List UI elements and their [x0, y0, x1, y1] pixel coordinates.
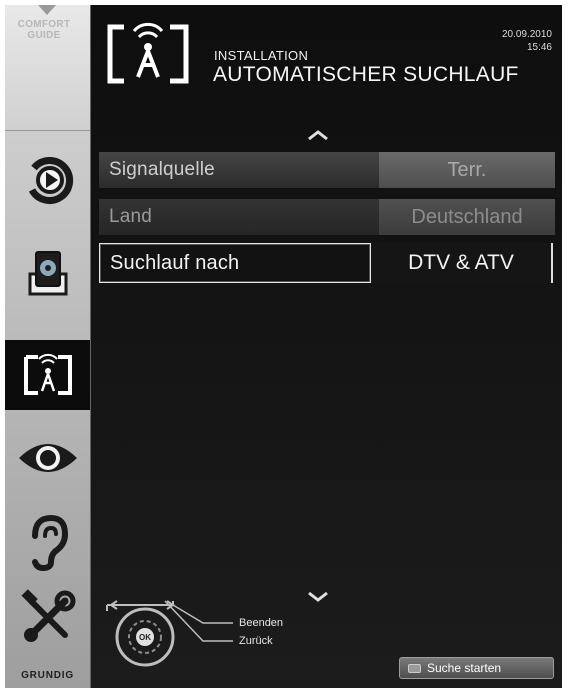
scroll-down-icon[interactable] — [307, 591, 329, 603]
tools-icon — [21, 589, 75, 642]
sidebar: COMFORT GUIDE GRUNDIG — [5, 5, 91, 688]
sidebar-item-picture[interactable] — [5, 423, 90, 493]
sound-icon — [31, 514, 68, 572]
sidebar-item-media[interactable] — [5, 237, 90, 307]
remote-control-icon: OK — [106, 600, 233, 667]
sidebar-item-settings[interactable] — [5, 583, 90, 653]
scroll-up-icon[interactable] — [307, 129, 329, 141]
picture-icon — [18, 444, 77, 472]
signal-source-value[interactable]: Terr. — [379, 152, 555, 188]
signal-source-label: Signalquelle — [99, 152, 379, 188]
comfort-guide-button[interactable]: COMFORT GUIDE — [5, 5, 90, 131]
red-button-icon — [408, 663, 421, 673]
sidebar-item-source[interactable] — [5, 145, 90, 215]
remote-ok-label: OK — [139, 633, 151, 642]
menu-row-search-type[interactable]: Suchlauf nach DTV & ATV — [99, 243, 555, 283]
sidebar-item-sound[interactable] — [5, 507, 90, 577]
menu-row-country[interactable]: Land Deutschland — [99, 199, 555, 235]
tv-menu-frame: COMFORT GUIDE GRUNDIG INSTALLATION AUTOM… — [5, 5, 562, 688]
country-label: Land — [99, 199, 379, 235]
comfort-guide-label: COMFORT GUIDE — [17, 19, 71, 41]
search-type-label: Suchlauf nach — [99, 243, 371, 283]
back-hint: Zurück — [239, 635, 273, 647]
installation-icon — [23, 353, 72, 395]
date-display: 20.09.2010 — [501, 29, 552, 40]
search-type-value[interactable]: DTV & ATV — [371, 243, 553, 283]
brand-logo: GRUNDIG — [21, 670, 74, 681]
start-search-label: Suche starten — [427, 661, 502, 675]
menu-row-signal-source[interactable]: Signalquelle Terr. — [99, 152, 555, 188]
sidebar-item-installation[interactable] — [5, 340, 90, 410]
time-display: 15:46 — [526, 42, 552, 53]
main-panel: INSTALLATION AUTOMATISCHER SUCHLAUF 20.0… — [91, 5, 562, 688]
country-value[interactable]: Deutschland — [379, 199, 555, 235]
page-title: AUTOMATISCHER SUCHLAUF — [213, 63, 519, 86]
start-search-button[interactable]: Suche starten — [399, 657, 554, 679]
media-icon — [28, 251, 67, 296]
page-subtitle: INSTALLATION — [214, 48, 309, 63]
source-icon — [28, 157, 73, 204]
exit-hint: Beenden — [239, 617, 284, 629]
installation-icon — [107, 22, 189, 84]
triangle-up-icon — [38, 5, 56, 15]
